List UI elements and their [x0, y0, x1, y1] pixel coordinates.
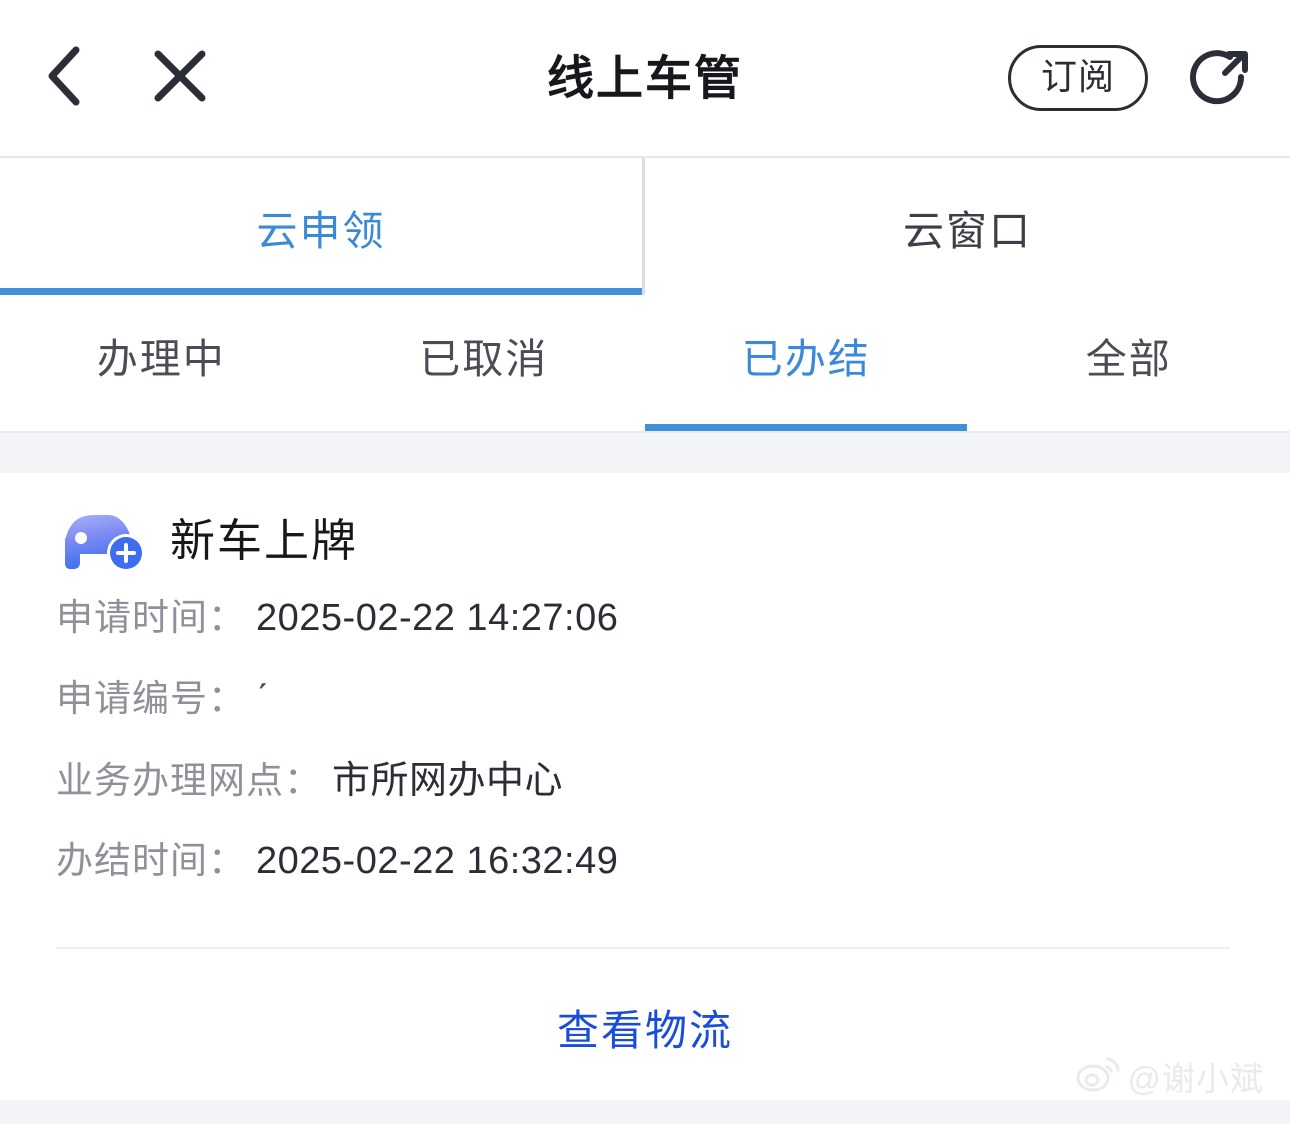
info-value: 市所网办中心	[332, 760, 564, 802]
subtab-all[interactable]: 全部	[968, 295, 1290, 431]
application-card[interactable]: 新车上牌 申请时间： 2025-02-22 14:27:06 申请编号： ˊ 业…	[0, 473, 1290, 1105]
info-value: 2025-02-22 16:32:49	[256, 840, 619, 882]
subtab-completed[interactable]: 已办结	[645, 295, 968, 431]
tab-label: 云窗口	[903, 207, 1032, 254]
info-row-complete-time: 办结时间： 2025-02-22 16:32:49	[0, 830, 1290, 911]
subtab-cancelled[interactable]: 已取消	[323, 295, 646, 431]
subtab-processing[interactable]: 办理中	[0, 295, 323, 431]
info-value: ˊ	[256, 678, 270, 720]
status-filter-tabs: 办理中 已取消 已办结 全部	[0, 295, 1290, 433]
card-action-area: 查看物流	[0, 949, 1290, 1058]
info-label: 申请编号：	[56, 678, 246, 719]
card-header: 新车上牌	[0, 507, 1290, 573]
tab-yunshenling[interactable]: 云申领	[0, 158, 645, 295]
share-icon	[1189, 45, 1251, 112]
app-header: 线上车管 订阅	[0, 0, 1290, 156]
info-row-branch: 业务办理网点： 市所网办中心	[0, 749, 1290, 830]
service-title: 新车上牌	[170, 514, 359, 566]
subtab-label: 办理中	[96, 336, 226, 382]
car-plus-icon	[56, 507, 148, 573]
primary-tabs: 云申领 云窗口	[0, 156, 1290, 295]
info-label: 业务办理网点：	[56, 760, 322, 801]
view-logistics-link[interactable]: 查看物流	[557, 997, 733, 1058]
subtab-label: 全部	[1085, 336, 1172, 382]
info-row-apply-number: 申请编号： ˊ	[0, 668, 1290, 749]
info-label: 申请时间：	[56, 597, 246, 638]
page-bottom-spacer	[0, 1100, 1290, 1124]
subtab-label: 已办结	[741, 336, 871, 382]
subscribe-button[interactable]: 订阅	[1008, 45, 1148, 111]
tab-yunchuangkou[interactable]: 云窗口	[645, 158, 1290, 295]
header-nav-right: 订阅	[1008, 45, 1252, 111]
tab-label: 云申领	[256, 207, 386, 254]
info-value: 2025-02-22 14:27:06	[256, 597, 619, 639]
info-label: 办结时间：	[56, 840, 246, 881]
share-button[interactable]	[1188, 46, 1252, 110]
info-row-apply-time: 申请时间： 2025-02-22 14:27:06	[0, 587, 1290, 668]
subtab-label: 已取消	[419, 336, 549, 382]
section-gap	[0, 433, 1290, 473]
